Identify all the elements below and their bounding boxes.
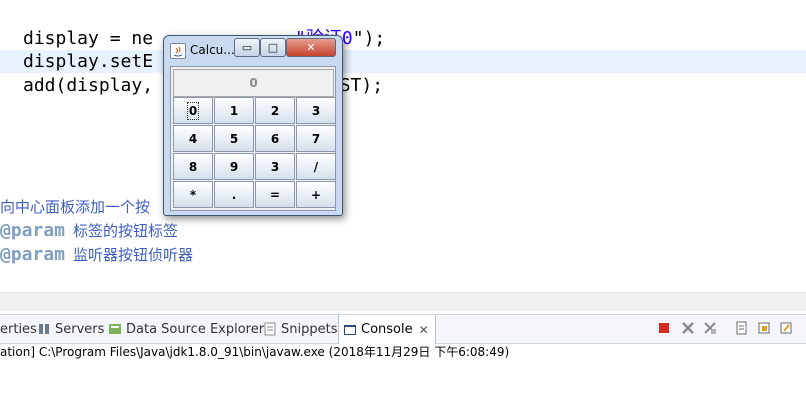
tab-snippets[interactable]: Snippets [263,315,337,343]
key-decimal[interactable]: . [214,181,254,208]
pin-console-icon[interactable] [778,320,794,336]
code-line-2: display.setE [23,51,154,72]
key-plus[interactable]: + [296,181,336,208]
calculator-title: Calcu... [190,43,235,57]
data-source-icon [108,322,122,336]
terminate-icon[interactable] [656,320,672,336]
close-icon: ✕ [306,41,316,54]
tab-console[interactable]: Console ✕ [338,315,436,344]
scroll-lock-icon[interactable] [756,320,772,336]
key-5[interactable]: 5 [214,125,254,152]
keypad: 0 1 2 3 4 5 6 7 8 9 3 / * . = + [173,97,336,209]
key-3-second[interactable]: 3 [255,153,295,180]
key-7[interactable]: 7 [296,125,336,152]
calculator-display-button[interactable]: 0 [173,69,334,97]
key-divide[interactable]: / [296,153,336,180]
java-app-icon [170,43,186,59]
calculator-content: 0 0 1 2 3 4 5 6 7 8 9 3 / * . = + [170,66,336,211]
remove-launch-icon[interactable] [680,320,696,336]
key-0[interactable]: 0 [173,97,213,124]
calculator-titlebar[interactable]: Calcu... ▭ □ ✕ [164,36,342,62]
calculator-window[interactable]: Calcu... ▭ □ ✕ 0 0 1 2 3 4 5 6 7 8 9 3 /… [163,35,343,216]
minimize-icon: ▭ [241,41,253,54]
editor-horizontal-scrollbar[interactable] [0,292,806,311]
maximize-button[interactable]: □ [260,38,286,57]
key-4[interactable]: 4 [173,125,213,152]
minimize-button[interactable]: ▭ [234,38,260,57]
close-button[interactable]: ✕ [286,38,336,57]
tab-properties[interactable]: erties [0,315,37,343]
key-2[interactable]: 2 [255,97,295,124]
snippets-icon [263,322,277,336]
javadoc-param-1: @param 标签的按钮标签 [0,220,179,241]
console-icon [343,323,357,337]
javadoc-param-2: @param 监听器按钮侦听器 [0,244,194,265]
tab-servers[interactable]: Servers [37,315,104,343]
key-8[interactable]: 8 [173,153,213,180]
key-1[interactable]: 1 [214,97,254,124]
key-9[interactable]: 9 [214,153,254,180]
console-process-label: ation] C:\Program Files\Java\jdk1.8.0_91… [0,345,510,359]
remove-all-launches-icon[interactable] [702,320,718,336]
javadoc-line-1: 向中心面板添加一个按 [0,198,151,216]
clear-console-icon[interactable] [734,320,750,336]
key-multiply[interactable]: * [173,181,213,208]
key-equals[interactable]: = [255,181,295,208]
tab-data-source-explorer[interactable]: Data Source Explorer [108,315,264,343]
maximize-icon: □ [267,41,279,54]
code-editor[interactable]: display = ne"验证0"); display.setE add(dis… [0,0,806,292]
servers-icon [37,322,51,336]
close-console-tab-icon[interactable]: ✕ [419,323,429,337]
key-3[interactable]: 3 [296,97,336,124]
key-6[interactable]: 6 [255,125,295,152]
